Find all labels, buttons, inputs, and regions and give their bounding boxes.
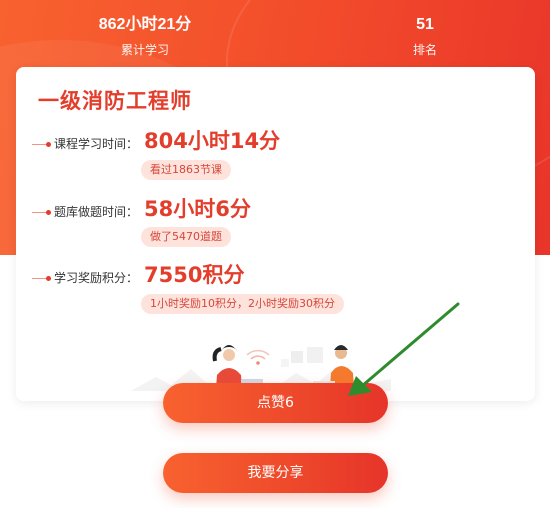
question-bank-time-label-text: 题库做题时间： [54, 205, 139, 219]
course-summary-card: 一级消防工程师 课程学习时间： 804小时14分 看过1863节课 题库做题时间… [16, 67, 535, 401]
reward-points-value: 7550积分 [144, 263, 245, 287]
total-study-time-stat: 862小时21分 累计学习 [80, 14, 210, 60]
reward-points-label: 学习奖励积分： [32, 269, 138, 287]
total-study-time-label: 累计学习 [120, 43, 169, 57]
reward-points-label-text: 学习奖励积分： [54, 271, 139, 285]
total-study-time-value: 862小时21分 [98, 16, 192, 33]
rank-value: 51 [416, 16, 434, 33]
course-title: 一级消防工程师 [38, 89, 192, 113]
rank-label: 排名 [412, 43, 437, 57]
study-report-page: 862小时21分 累计学习 51 排名 一级消防工程师 课程学习时间： 804小… [0, 0, 550, 508]
question-bank-time-value: 58小时6分 [144, 197, 251, 221]
like-button[interactable]: 点赞6 [163, 383, 388, 423]
reward-rule-badge: 1小时奖励10积分，2小时奖励30积分 [141, 294, 344, 314]
share-button[interactable]: 我要分享 [163, 453, 388, 493]
bullet-marker-icon [32, 140, 52, 150]
course-study-time-value: 804小时14分 [144, 129, 281, 153]
course-study-time-label: 课程学习时间： [32, 135, 138, 153]
bullet-marker-icon [32, 208, 52, 218]
courses-watched-badge: 看过1863节课 [141, 160, 231, 180]
course-study-time-label-text: 课程学习时间： [54, 137, 139, 151]
question-bank-time-label: 题库做题时间： [32, 203, 138, 221]
questions-done-badge: 做了5470道题 [141, 227, 231, 247]
bullet-marker-icon [32, 274, 52, 284]
rank-stat: 51 排名 [380, 14, 470, 60]
